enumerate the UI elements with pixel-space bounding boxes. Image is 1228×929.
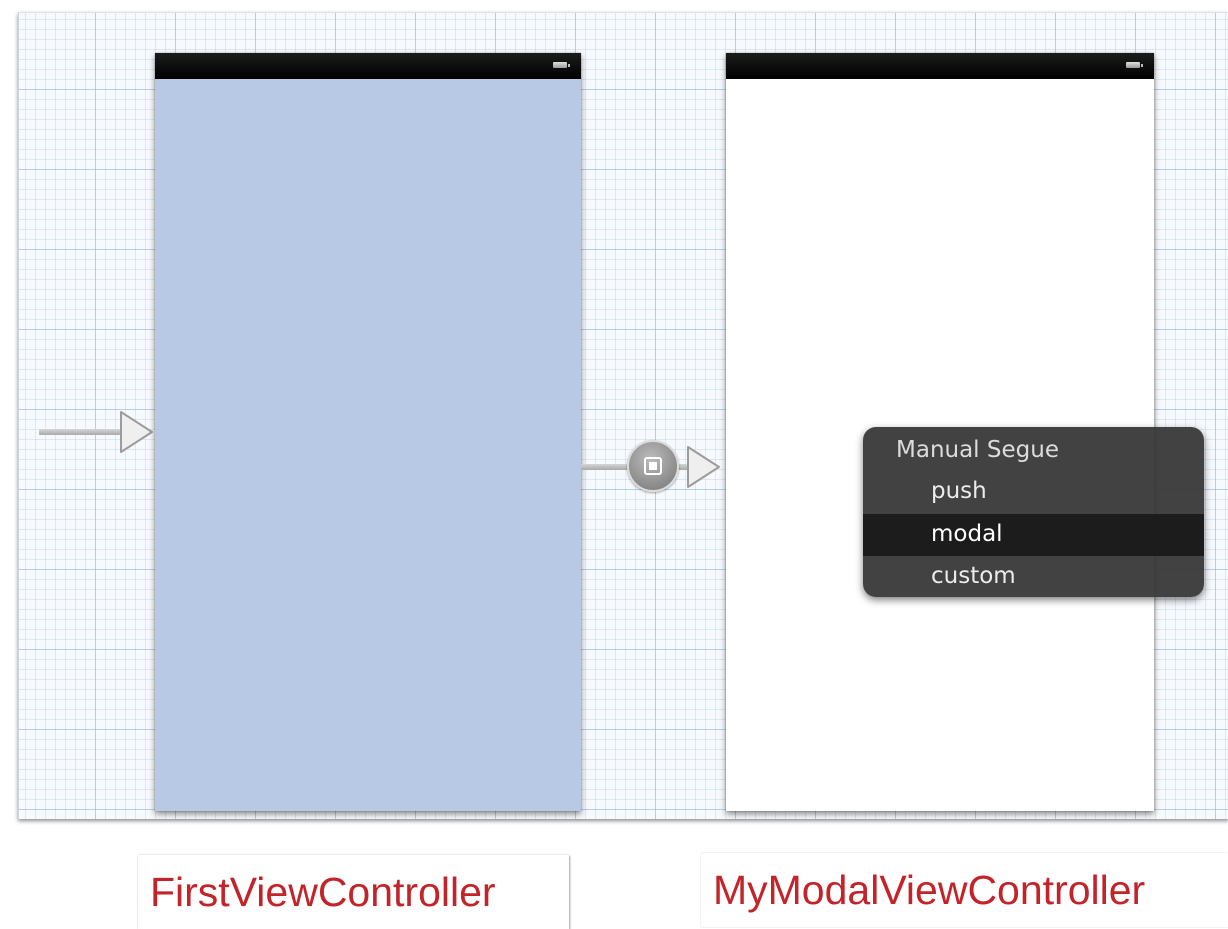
arrow-right-icon bbox=[120, 411, 153, 453]
menu-item-label: push bbox=[931, 478, 987, 504]
storyboard-canvas[interactable]: Manual Segue push modal custom bbox=[18, 12, 1228, 819]
menu-item-label: modal bbox=[931, 521, 1003, 547]
menu-item-modal[interactable]: modal bbox=[863, 514, 1204, 556]
caption-modal-view-controller: MyModalViewController bbox=[701, 853, 1228, 927]
battery-icon bbox=[553, 62, 570, 68]
segue-modal-icon[interactable] bbox=[627, 440, 679, 492]
menu-header: Manual Segue bbox=[896, 437, 1059, 463]
menu-item-label: custom bbox=[931, 563, 1016, 589]
status-bar bbox=[726, 53, 1154, 79]
manual-segue-menu: Manual Segue push modal custom bbox=[863, 427, 1204, 597]
segue-node-symbol bbox=[644, 457, 662, 475]
battery-icon bbox=[1126, 62, 1143, 68]
initial-scene-connector bbox=[39, 429, 129, 435]
first-view-controller-scene[interactable] bbox=[155, 53, 581, 811]
status-bar bbox=[155, 53, 581, 79]
arrow-right-icon bbox=[687, 446, 720, 488]
menu-item-custom[interactable]: custom bbox=[863, 556, 1204, 597]
storyboard-screenshot: Manual Segue push modal custom FirstView… bbox=[0, 0, 1228, 929]
menu-item-push[interactable]: push bbox=[863, 471, 1204, 513]
caption-first-view-controller: FirstViewController bbox=[138, 855, 569, 929]
